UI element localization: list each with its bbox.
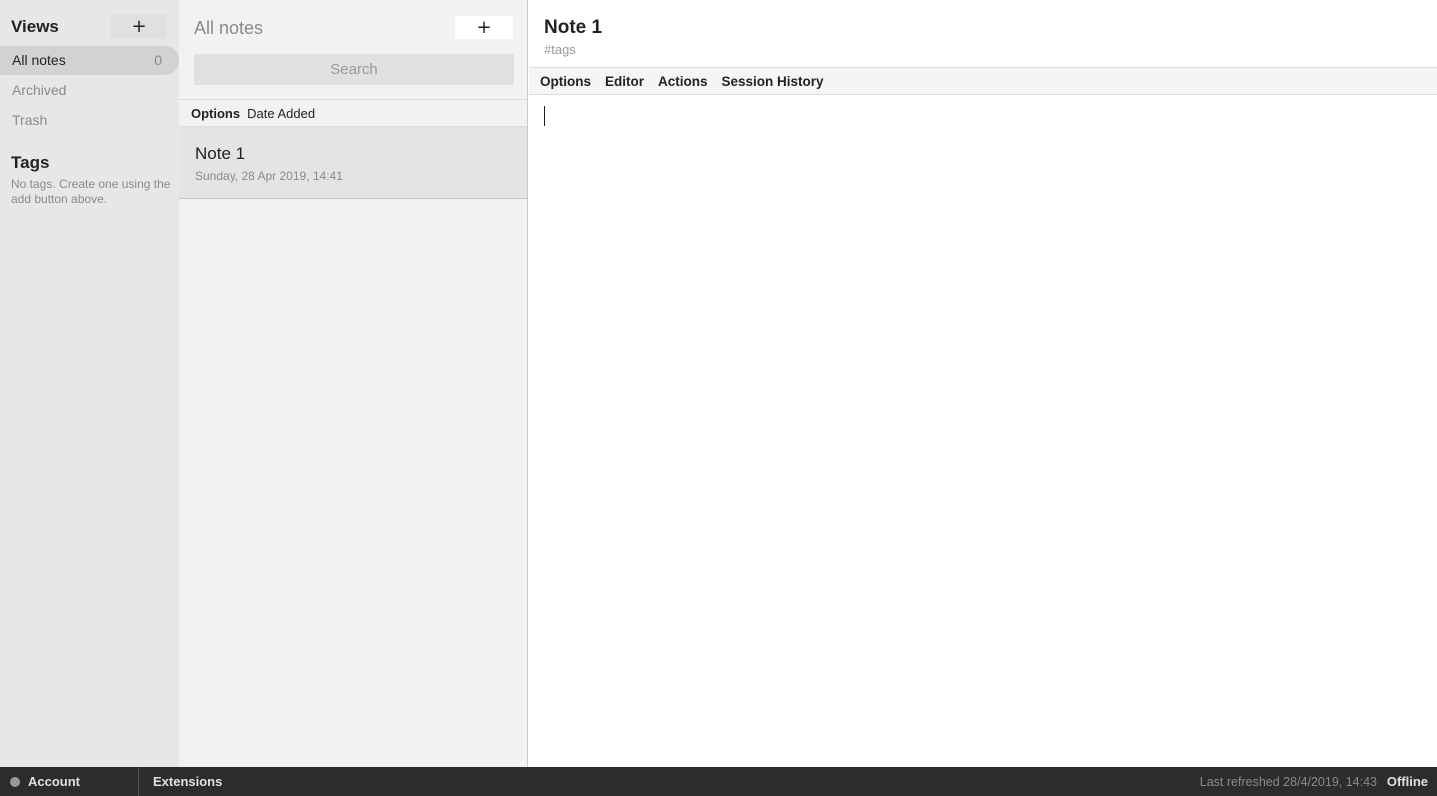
list-item[interactable]: Note 1 Sunday, 28 Apr 2019, 14:41 bbox=[179, 127, 527, 199]
notes-options-button[interactable]: Options bbox=[191, 106, 240, 121]
note-body-editor[interactable] bbox=[544, 104, 1424, 754]
status-footer: Account Extensions Last refreshed 28/4/2… bbox=[0, 767, 1437, 796]
note-item-title: Note 1 bbox=[195, 144, 246, 163]
menu-options[interactable]: Options bbox=[540, 74, 591, 89]
note-count-badge: 0 bbox=[154, 52, 162, 68]
views-heading: Views bbox=[11, 17, 59, 36]
notes-panel-title: All notes bbox=[194, 18, 264, 38]
search-input[interactable] bbox=[194, 54, 514, 85]
tags-heading: Tags bbox=[11, 153, 50, 172]
views-sidebar: Views + All notes 0 Archived Trash Tags … bbox=[0, 0, 179, 767]
sidebar-item-all-notes[interactable]: All notes 0 bbox=[0, 46, 179, 75]
sidebar-item-label: All notes bbox=[12, 52, 66, 68]
sort-order-label[interactable]: Date Added bbox=[247, 106, 315, 121]
account-label: Account bbox=[28, 774, 80, 789]
extensions-button[interactable]: Extensions bbox=[153, 767, 222, 796]
last-refreshed-text: Last refreshed 28/4/2019, 14:43 bbox=[1199, 774, 1377, 789]
sidebar-item-label: Archived bbox=[12, 82, 67, 98]
app-window: Views + All notes 0 Archived Trash Tags … bbox=[0, 0, 1437, 796]
editor-panel: Options Editor Actions Session History bbox=[529, 0, 1437, 767]
account-status-icon bbox=[10, 776, 20, 787]
menu-session-history[interactable]: Session History bbox=[722, 74, 824, 89]
account-button[interactable]: Account bbox=[0, 767, 139, 796]
note-title-input[interactable] bbox=[544, 15, 1244, 41]
tags-empty-message: No tags. Create one using the add button… bbox=[11, 177, 171, 206]
add-view-button[interactable]: + bbox=[111, 14, 167, 39]
sidebar-item-trash[interactable]: Trash bbox=[0, 106, 179, 135]
add-note-button[interactable]: + bbox=[455, 16, 513, 39]
editor-menu-bar: Options Editor Actions Session History bbox=[529, 67, 1437, 95]
notes-options-bar: Options Date Added bbox=[179, 99, 527, 127]
sync-status-badge[interactable]: Offline bbox=[1387, 767, 1428, 796]
sidebar-item-label: Trash bbox=[12, 112, 48, 128]
menu-editor[interactable]: Editor bbox=[605, 74, 644, 89]
menu-actions[interactable]: Actions bbox=[658, 74, 708, 89]
notes-list-panel: All notes + Options Date Added Note 1 Su… bbox=[179, 0, 528, 767]
note-tags-input[interactable] bbox=[544, 41, 1244, 57]
sidebar-item-archived[interactable]: Archived bbox=[0, 76, 179, 105]
note-item-date: Sunday, 28 Apr 2019, 14:41 bbox=[195, 169, 343, 183]
